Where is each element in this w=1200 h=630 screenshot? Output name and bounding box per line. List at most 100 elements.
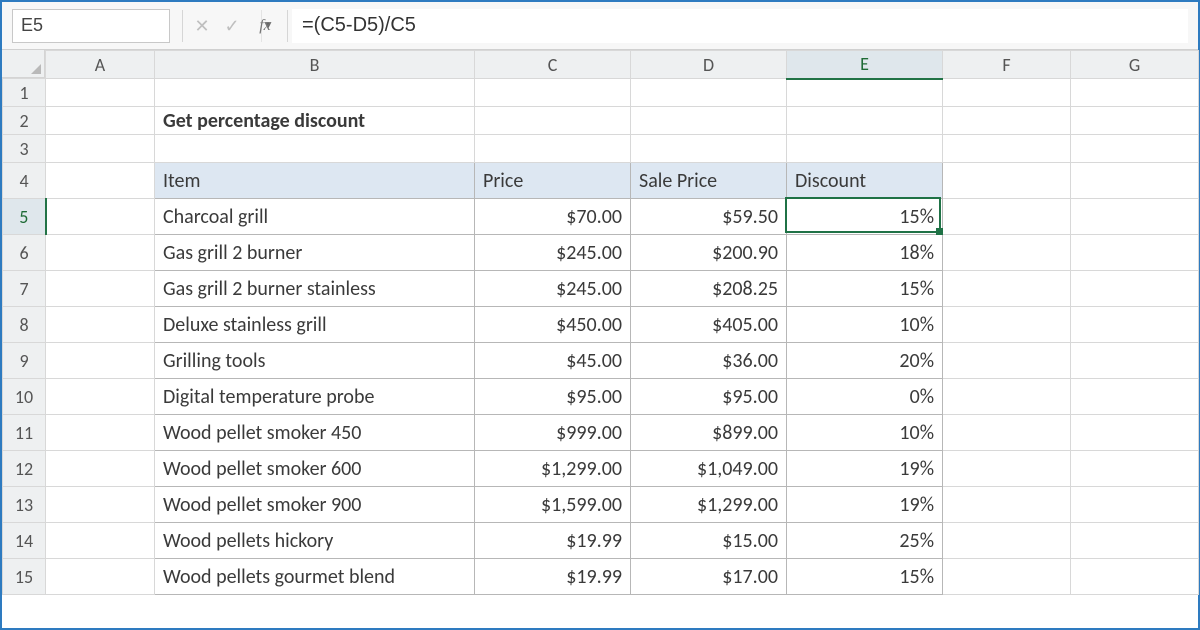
cell-D8[interactable]: $405.00 [631, 307, 787, 343]
row-header-5[interactable]: 5 [3, 199, 46, 235]
cell-C3[interactable] [475, 135, 631, 163]
cell-E1[interactable] [787, 79, 943, 107]
cell-D2[interactable] [631, 107, 787, 135]
cell-D9[interactable]: $36.00 [631, 343, 787, 379]
cell-B10[interactable]: Digital temperature probe [155, 379, 475, 415]
cell-B5[interactable]: Charcoal grill [155, 199, 475, 235]
cell-A3[interactable] [46, 135, 155, 163]
cell-F3[interactable] [943, 135, 1071, 163]
cell-G14[interactable] [1071, 523, 1199, 559]
row-header-6[interactable]: 6 [3, 235, 46, 271]
cell-G5[interactable] [1071, 199, 1199, 235]
cell-F8[interactable] [943, 307, 1071, 343]
row-header-11[interactable]: 11 [3, 415, 46, 451]
cell-E11[interactable]: 10% [787, 415, 943, 451]
cell-B2[interactable]: Get percentage discount [155, 107, 475, 135]
cell-F7[interactable] [943, 271, 1071, 307]
cell-A5[interactable] [46, 199, 155, 235]
cell-B8[interactable]: Deluxe stainless grill [155, 307, 475, 343]
cell-G4[interactable] [1071, 163, 1199, 199]
cell-G7[interactable] [1071, 271, 1199, 307]
cell-E3[interactable] [787, 135, 943, 163]
cell-D11[interactable]: $899.00 [631, 415, 787, 451]
cell-E6[interactable]: 18% [787, 235, 943, 271]
cell-F12[interactable] [943, 451, 1071, 487]
cell-D7[interactable]: $208.25 [631, 271, 787, 307]
row-header-10[interactable]: 10 [3, 379, 46, 415]
cell-D15[interactable]: $17.00 [631, 559, 787, 595]
cell-D4[interactable]: Sale Price [631, 163, 787, 199]
cell-C1[interactable] [475, 79, 631, 107]
cell-D1[interactable] [631, 79, 787, 107]
name-box[interactable]: ▼ [12, 9, 170, 43]
row-header-2[interactable]: 2 [3, 107, 46, 135]
cell-F14[interactable] [943, 523, 1071, 559]
cell-B11[interactable]: Wood pellet smoker 450 [155, 415, 475, 451]
cell-E7[interactable]: 15% [787, 271, 943, 307]
cell-C5[interactable]: $70.00 [475, 199, 631, 235]
cell-D14[interactable]: $15.00 [631, 523, 787, 559]
enter-button[interactable]: ✓ [217, 10, 247, 42]
formula-input[interactable] [292, 9, 1188, 43]
cell-B9[interactable]: Grilling tools [155, 343, 475, 379]
cell-G11[interactable] [1071, 415, 1199, 451]
row-header-1[interactable]: 1 [3, 79, 46, 107]
row-header-12[interactable]: 12 [3, 451, 46, 487]
cell-E9[interactable]: 20% [787, 343, 943, 379]
cell-A12[interactable] [46, 451, 155, 487]
cell-E2[interactable] [787, 107, 943, 135]
cell-E15[interactable]: 15% [787, 559, 943, 595]
cell-E5[interactable]: 15% [787, 199, 943, 235]
row-header-3[interactable]: 3 [3, 135, 46, 163]
cell-A13[interactable] [46, 487, 155, 523]
cell-C9[interactable]: $45.00 [475, 343, 631, 379]
cell-A9[interactable] [46, 343, 155, 379]
cancel-button[interactable]: ✕ [187, 10, 217, 42]
cell-F10[interactable] [943, 379, 1071, 415]
cell-G2[interactable] [1071, 107, 1199, 135]
cell-D13[interactable]: $1,299.00 [631, 487, 787, 523]
cell-B4[interactable]: Item [155, 163, 475, 199]
cell-G12[interactable] [1071, 451, 1199, 487]
row-header-9[interactable]: 9 [3, 343, 46, 379]
cell-A4[interactable] [46, 163, 155, 199]
cell-A6[interactable] [46, 235, 155, 271]
cell-F1[interactable] [943, 79, 1071, 107]
cell-C8[interactable]: $450.00 [475, 307, 631, 343]
cell-D12[interactable]: $1,049.00 [631, 451, 787, 487]
cell-C11[interactable]: $999.00 [475, 415, 631, 451]
cell-E4[interactable]: Discount [787, 163, 943, 199]
cell-D6[interactable]: $200.90 [631, 235, 787, 271]
cell-C10[interactable]: $95.00 [475, 379, 631, 415]
cell-F9[interactable] [943, 343, 1071, 379]
cell-B7[interactable]: Gas grill 2 burner stainless [155, 271, 475, 307]
cell-D5[interactable]: $59.50 [631, 199, 787, 235]
cell-C14[interactable]: $19.99 [475, 523, 631, 559]
cell-G9[interactable] [1071, 343, 1199, 379]
cell-F5[interactable] [943, 199, 1071, 235]
cell-B13[interactable]: Wood pellet smoker 900 [155, 487, 475, 523]
row-header-4[interactable]: 4 [3, 163, 46, 199]
col-header-E[interactable]: E [787, 51, 943, 79]
cell-A10[interactable] [46, 379, 155, 415]
row-header-15[interactable]: 15 [3, 559, 46, 595]
cell-C2[interactable] [475, 107, 631, 135]
col-header-C[interactable]: C [475, 51, 631, 79]
cell-E13[interactable]: 19% [787, 487, 943, 523]
cell-E8[interactable]: 10% [787, 307, 943, 343]
cell-F11[interactable] [943, 415, 1071, 451]
cell-G10[interactable] [1071, 379, 1199, 415]
cell-C7[interactable]: $245.00 [475, 271, 631, 307]
cell-G6[interactable] [1071, 235, 1199, 271]
cell-B12[interactable]: Wood pellet smoker 600 [155, 451, 475, 487]
row-header-8[interactable]: 8 [3, 307, 46, 343]
cell-E14[interactable]: 25% [787, 523, 943, 559]
row-header-7[interactable]: 7 [3, 271, 46, 307]
cell-G8[interactable] [1071, 307, 1199, 343]
col-header-F[interactable]: F [943, 51, 1071, 79]
cell-A14[interactable] [46, 523, 155, 559]
cell-A11[interactable] [46, 415, 155, 451]
cell-B1[interactable] [155, 79, 475, 107]
cell-E10[interactable]: 0% [787, 379, 943, 415]
cell-A7[interactable] [46, 271, 155, 307]
